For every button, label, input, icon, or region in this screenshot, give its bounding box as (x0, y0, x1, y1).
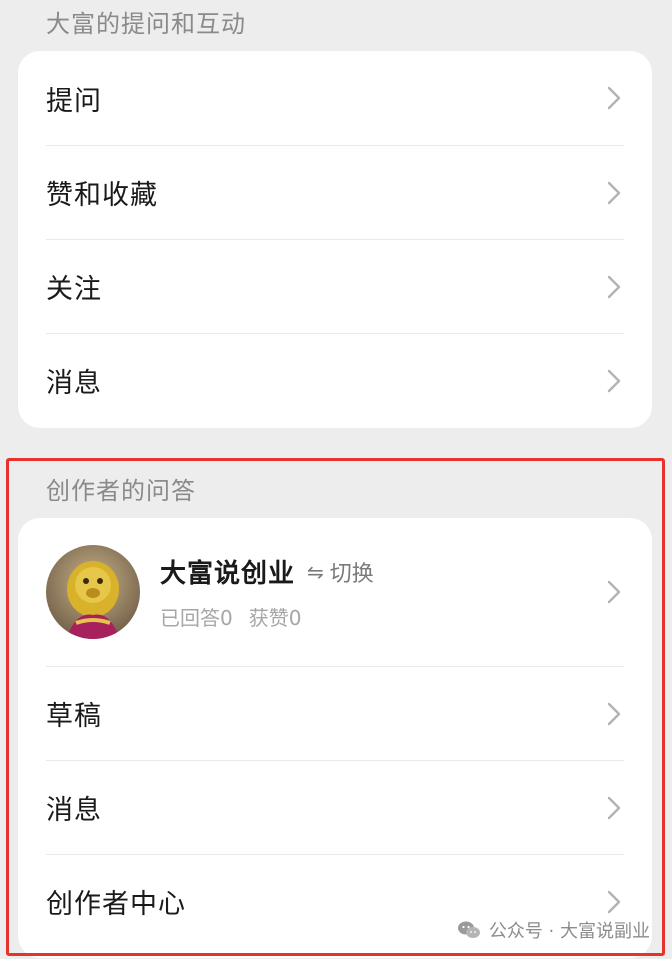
menu-item-label: 提问 (46, 85, 102, 117)
page: 大富的提问和互动 提问 赞和收藏 关注 消息 创作者的问答 大富说创业 ⇋ 切换… (0, 0, 672, 959)
watermark: 公众号 · 大富说副业 (457, 917, 650, 943)
menu-item-label: 创作者中心 (46, 889, 186, 920)
menu-item-ask[interactable]: 提问 (46, 51, 624, 145)
creator-card: 大富说创业 ⇋ 切换 已回答0 获赞0 草稿 消息 创作者中心 (18, 518, 652, 958)
creator-profile-row[interactable]: 大富说创业 ⇋ 切换 已回答0 获赞0 (46, 518, 624, 666)
switch-label: 切换 (329, 561, 374, 587)
switch-account-button[interactable]: ⇋ 切换 (307, 556, 374, 588)
chevron-right-icon (606, 85, 622, 111)
watermark-text: 公众号 · 大富说副业 (488, 921, 650, 942)
answered-count: 已回答0 (160, 606, 233, 630)
swap-arrows-icon: ⇋ (307, 559, 324, 584)
interactions-card: 提问 赞和收藏 关注 消息 (18, 51, 652, 428)
menu-item-creator-messages[interactable]: 消息 (46, 760, 624, 854)
chevron-right-icon (606, 180, 622, 206)
creator-stats: 已回答0 获赞0 (160, 602, 374, 631)
menu-item-label: 消息 (46, 795, 102, 826)
menu-item-drafts[interactable]: 草稿 (46, 666, 624, 760)
menu-item-label: 草稿 (46, 701, 102, 732)
profile-info: 大富说创业 ⇋ 切换 已回答0 获赞0 (160, 553, 374, 631)
chevron-right-icon (606, 701, 622, 727)
chevron-right-icon (606, 579, 622, 605)
menu-item-label: 关注 (46, 274, 102, 305)
chevron-right-icon (606, 368, 622, 394)
likes-count: 获赞0 (248, 606, 302, 630)
menu-item-messages[interactable]: 消息 (46, 333, 624, 427)
avatar (46, 545, 140, 639)
chevron-right-icon (606, 795, 622, 821)
chevron-right-icon (606, 274, 622, 300)
menu-item-label: 赞和收藏 (46, 180, 158, 211)
menu-item-follow[interactable]: 关注 (46, 239, 624, 333)
section-title-creator: 创作者的问答 (46, 477, 196, 505)
section-title-interactions: 大富的提问和互动 (46, 10, 246, 38)
menu-item-label: 消息 (46, 368, 102, 399)
wechat-icon (457, 919, 481, 941)
creator-name: 大富说创业 (160, 559, 296, 589)
chevron-right-icon (606, 889, 622, 915)
menu-item-likes-favorites[interactable]: 赞和收藏 (46, 145, 624, 239)
